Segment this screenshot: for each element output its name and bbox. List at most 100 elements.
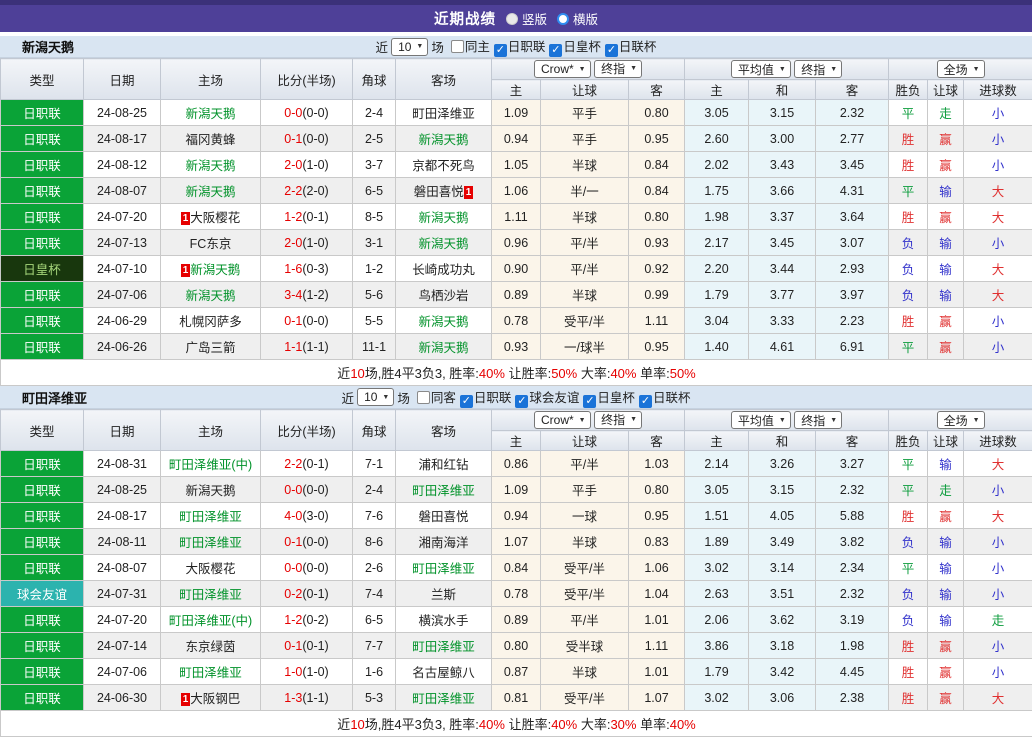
score-cell: 1-6(0-3) [261, 256, 353, 282]
league-2-label: 日联杯 [619, 40, 657, 54]
result-value: 小 [992, 666, 1005, 680]
result-value: 赢 [939, 211, 952, 225]
avg-odds-cell: 3.37 [749, 204, 816, 230]
halftime-score: (0-1) [302, 587, 328, 601]
date-cell: 24-08-17 [84, 503, 161, 529]
crow-odds-cell: 受半球 [541, 633, 629, 659]
result-cell: 赢 [928, 659, 964, 685]
league-0-checkbox[interactable]: ✓ [494, 44, 507, 57]
date-cell: 24-07-20 [84, 204, 161, 230]
average-select[interactable]: 平均值▼ [731, 60, 791, 78]
average-select[interactable]: 平均值▼ [731, 411, 791, 429]
date-cell: 24-07-10 [84, 256, 161, 282]
result-value: 小 [992, 640, 1005, 654]
vertical-radio[interactable] [506, 13, 518, 25]
avg-odds-cell: 2.34 [816, 555, 889, 581]
result-value: 负 [902, 536, 915, 550]
league-0-checkbox[interactable]: ✓ [460, 395, 473, 408]
col-res-handicap: 让球 [928, 80, 964, 100]
same-venue-checkbox[interactable] [451, 40, 464, 53]
halftime-score: (1-1) [302, 340, 328, 354]
odds-source-select[interactable]: Crow*▼ [534, 60, 591, 78]
horizontal-radio[interactable] [557, 13, 569, 25]
col-away: 客场 [396, 410, 492, 451]
league-2-checkbox[interactable]: ✓ [583, 395, 596, 408]
corner-cell: 2-6 [353, 555, 396, 581]
result-value: 赢 [939, 692, 952, 706]
type-cell: 日职联 [1, 334, 84, 360]
crow-odds-cell: 0.80 [629, 204, 685, 230]
result-value: 大 [992, 263, 1005, 277]
crow-odds-cell: 1.01 [629, 659, 685, 685]
crow-odds-cell: 半/一 [541, 178, 629, 204]
fulltime-score: 0-2 [284, 587, 302, 601]
avg-odds-cell: 2.60 [685, 126, 749, 152]
avg-odds-cell: 2.17 [685, 230, 749, 256]
same-venue-checkbox[interactable] [417, 391, 430, 404]
league-2-label: 日皇杯 [597, 391, 635, 405]
away-team-cell: 湘南海洋 [396, 529, 492, 555]
league-3-checkbox[interactable]: ✓ [639, 395, 652, 408]
crow-odds-cell: 1.09 [492, 477, 541, 503]
result-cell: 负 [889, 607, 928, 633]
crow-odds-cell: 平手 [541, 126, 629, 152]
competition-tag: 日职联 [1, 178, 83, 203]
team-name: 町田泽维亚 [179, 588, 242, 602]
avg-odds-cell: 3.82 [816, 529, 889, 555]
fulltime-select[interactable]: 全场▼ [937, 411, 985, 429]
score-cell: 0-0(0-0) [261, 477, 353, 503]
result-cell: 平 [889, 334, 928, 360]
date-cell: 24-08-07 [84, 555, 161, 581]
filter-controls: 近 10▼ 场 同主✓日职联✓日皇杯✓日联杯 [376, 36, 657, 57]
average-stage-select[interactable]: 终指▼ [794, 411, 842, 429]
halftime-score: (0-2) [302, 613, 328, 627]
odds-stage-select[interactable]: 终指▼ [594, 411, 642, 429]
avg-odds-cell: 2.06 [685, 607, 749, 633]
odds-stage-select[interactable]: 终指▼ [594, 60, 642, 78]
league-1-checkbox[interactable]: ✓ [549, 44, 562, 57]
team-name: FC东京 [190, 237, 232, 251]
team-name: 鸟栖沙岩 [418, 289, 468, 303]
result-value: 输 [939, 185, 952, 199]
match-count-select[interactable]: 10▼ [357, 388, 394, 406]
result-value: 胜 [902, 315, 915, 329]
league-1-label: 球会友谊 [529, 391, 579, 405]
type-cell: 日职联 [1, 152, 84, 178]
match-count-select[interactable]: 10▼ [391, 38, 428, 56]
away-team-cell: 新潟天鹅 [396, 334, 492, 360]
date-cell: 24-06-29 [84, 308, 161, 334]
games-label: 场 [431, 37, 444, 56]
league-1-checkbox[interactable]: ✓ [515, 395, 528, 408]
type-cell: 日职联 [1, 529, 84, 555]
result-cell: 赢 [928, 204, 964, 230]
checkbox-group: 同客✓日职联✓球会友谊✓日皇杯✓日联杯 [413, 387, 691, 408]
home-team-cell: 1大阪樱花 [161, 204, 261, 230]
result-value: 大 [992, 692, 1005, 706]
avg-odds-cell: 3.62 [749, 607, 816, 633]
col-res-wl: 胜负 [889, 431, 928, 451]
team-name: 町田泽维亚 [412, 640, 475, 654]
fulltime-score: 0-0 [284, 106, 302, 120]
avg-odds-cell: 3.19 [816, 607, 889, 633]
home-team-cell: 新潟天鹅 [161, 477, 261, 503]
result-value: 平 [902, 185, 915, 199]
result-cell: 胜 [889, 503, 928, 529]
average-stage-select[interactable]: 终指▼ [794, 60, 842, 78]
avg-odds-cell: 3.05 [685, 100, 749, 126]
result-cell: 大 [964, 282, 1032, 308]
avg-odds-cell: 3.97 [816, 282, 889, 308]
fulltime-score: 1-0 [284, 665, 302, 679]
fulltime-select[interactable]: 全场▼ [937, 60, 985, 78]
league-2-checkbox[interactable]: ✓ [605, 44, 618, 57]
summary-segment: 40% [610, 366, 636, 381]
odds-source-select[interactable]: Crow*▼ [534, 411, 591, 429]
summary-segment: 近 [337, 717, 350, 732]
competition-tag: 日职联 [1, 685, 83, 710]
layout-radio-horizontal-group: 横版 [557, 9, 598, 28]
summary-segment: 近 [337, 366, 350, 381]
chevron-down-icon: ▼ [830, 417, 837, 424]
halftime-score: (1-2) [302, 288, 328, 302]
competition-tag: 日职联 [1, 204, 83, 229]
team-name: 横滨水手 [418, 614, 468, 628]
corner-cell: 2-4 [353, 100, 396, 126]
